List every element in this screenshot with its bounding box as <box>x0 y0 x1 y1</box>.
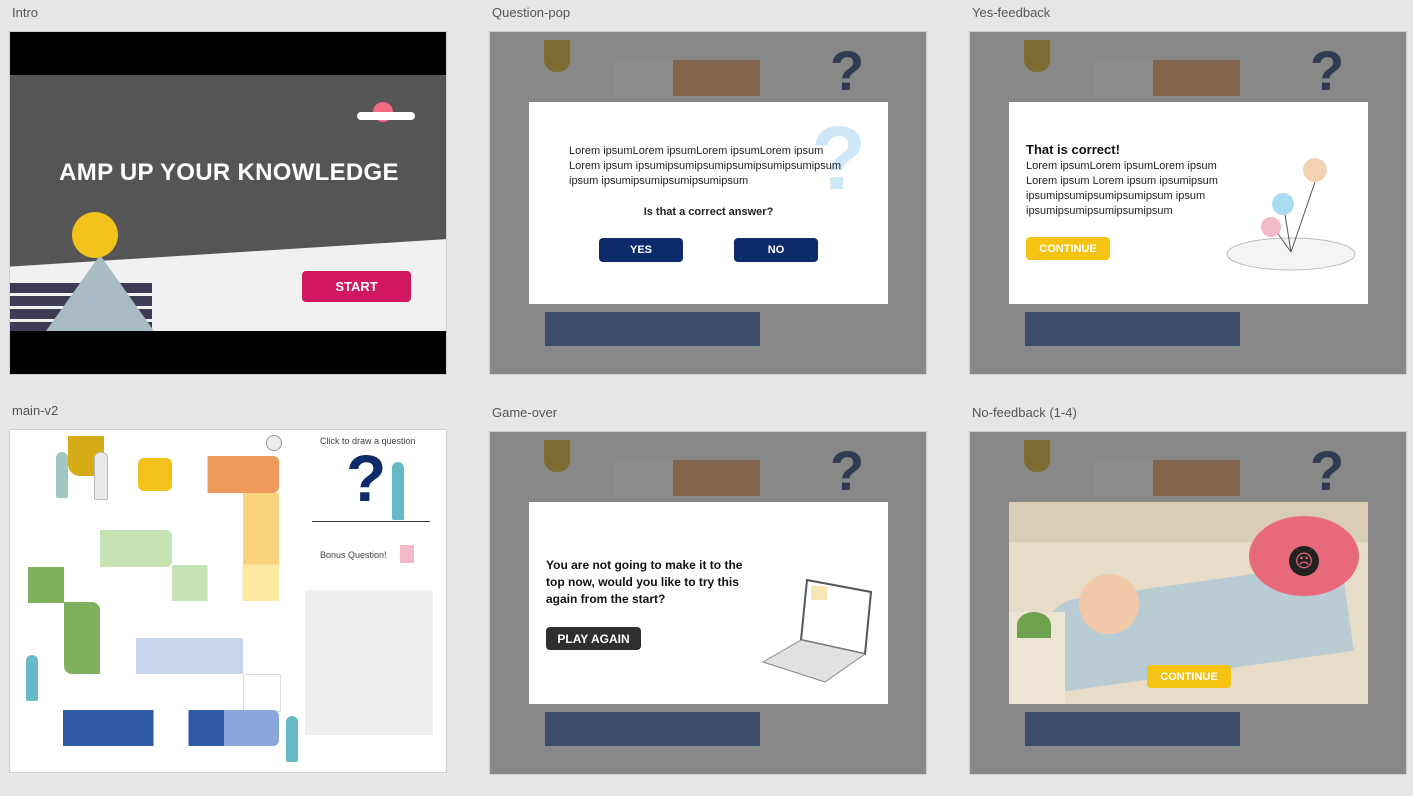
yes-button[interactable]: YES <box>599 238 683 262</box>
board-row-2 <box>28 530 172 567</box>
board-column-left <box>64 602 100 674</box>
artboard-label-no-feedback[interactable]: No-feedback (1-4) <box>972 405 1077 420</box>
bonus-card-placeholder[interactable] <box>305 590 433 735</box>
feedback-body-4: ipsumipsumipsumipsumipsum <box>1026 205 1173 217</box>
nurse-avatar <box>26 655 38 701</box>
plant-icon <box>1017 612 1051 638</box>
board-tile-green <box>28 567 64 603</box>
feedback-body-1: Lorem ipsumLorem ipsumLorem ipsum <box>1026 160 1217 172</box>
board-row-5 <box>28 710 279 746</box>
question-prompt: Is that a correct answer? <box>643 206 774 218</box>
question-dialog: ? Lorem ipsumLorem ipsumLorem ipsumLorem… <box>529 102 888 304</box>
question-body-3: ipsum ipsumipsumipsumipsumipsum <box>569 175 749 187</box>
logo-badge <box>138 458 172 491</box>
artboard-label-question-pop[interactable]: Question-pop <box>492 5 570 20</box>
plant-illustration-icon <box>1226 158 1356 271</box>
feedback-body-3: ipsumipsumipsumipsumipsum ipsum <box>1026 190 1206 202</box>
board-tile-corner <box>243 674 281 712</box>
intro-title: AMP UP YOUR KNOWLEDGE <box>59 159 399 186</box>
board-row-3 <box>172 565 279 601</box>
artboard-label-yes-feedback[interactable]: Yes-feedback <box>972 5 1050 20</box>
game-over-message-3: again from the start? <box>546 592 666 606</box>
artboard-label-game-over[interactable]: Game-over <box>492 405 557 420</box>
question-body-2: Lorem ipsum ipsumipsumipsumipsumipsumips… <box>569 160 842 172</box>
gift-icon[interactable] <box>400 545 414 563</box>
artboard-yes-feedback[interactable]: ? That is correct! Lorem ipsumLorem ipsu… <box>969 31 1407 375</box>
doctor-avatar <box>56 452 68 498</box>
draw-divider <box>312 521 430 522</box>
feedback-dialog: That is correct! Lorem ipsumLorem ipsumL… <box>1009 102 1368 304</box>
toggle-icon[interactable] <box>266 435 282 451</box>
artboard-no-feedback[interactable]: ? ☹ CONTINUE <box>969 431 1407 775</box>
continue-button[interactable]: CONTINUE <box>1026 237 1110 260</box>
artboard-intro[interactable]: AMP UP YOUR KNOWLEDGE START <box>9 31 447 375</box>
cloud-icon <box>357 112 415 120</box>
doctor-avatar <box>94 452 108 500</box>
start-button[interactable]: START <box>302 271 411 302</box>
board-row-4 <box>100 638 279 674</box>
artboard-label-main-v2[interactable]: main-v2 <box>12 403 58 418</box>
wheelchair-icon <box>37 600 57 630</box>
artboard-question-pop[interactable]: ? ? Lorem ipsumLorem ipsumLorem ipsumLor… <box>489 31 927 375</box>
bonus-question-label: Bonus Question! <box>320 550 387 560</box>
laptop-icon <box>761 578 873 683</box>
artboard-main-v2[interactable]: Click to draw a question ? Bonus Questio… <box>9 429 447 773</box>
artboard-label-intro[interactable]: Intro <box>12 5 38 20</box>
feedback-heading: That is correct! <box>1026 142 1120 157</box>
game-over-message-2: top now, would you like to try this <box>546 575 739 589</box>
sun-icon <box>72 212 118 258</box>
no-feedback-scene: ☹ CONTINUE <box>1009 502 1368 704</box>
feedback-body-2: Lorem ipsum Lorem ipsum ipsumipsum <box>1026 175 1218 187</box>
game-over-message-1: You are not going to make it to the <box>546 558 743 572</box>
nurse-avatar <box>392 462 404 520</box>
continue-button[interactable]: CONTINUE <box>1147 665 1231 688</box>
patient-avatar <box>1079 574 1139 634</box>
nurse-avatar <box>286 716 298 762</box>
draw-question-button[interactable]: ? <box>346 442 386 514</box>
game-over-dialog: You are not going to make it to the top … <box>529 502 888 704</box>
question-body-1: Lorem ipsumLorem ipsumLorem ipsumLorem i… <box>569 145 824 157</box>
play-again-button[interactable]: PLAY AGAIN <box>546 627 641 650</box>
sad-face-icon: ☹ <box>1289 546 1319 576</box>
intro-mountain <box>46 255 154 331</box>
no-button[interactable]: NO <box>734 238 818 262</box>
artboard-game-over[interactable]: ? You are not going to make it to the to… <box>489 431 927 775</box>
